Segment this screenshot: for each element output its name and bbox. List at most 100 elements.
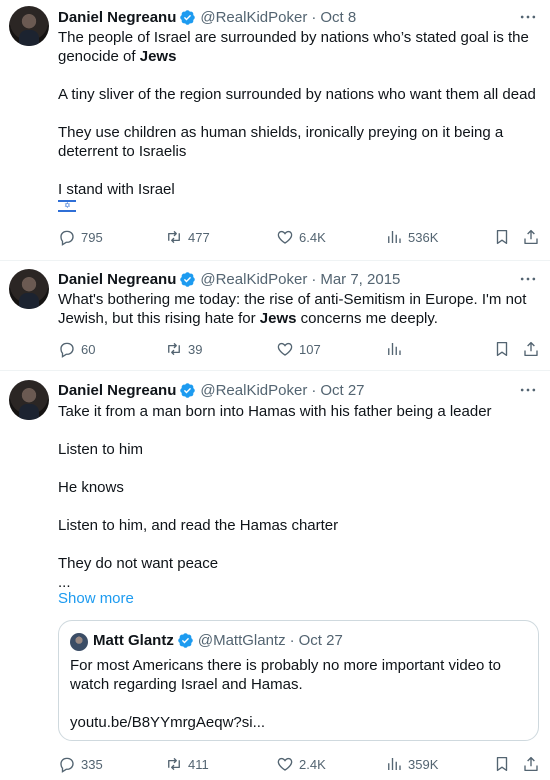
text-line: watch regarding Israel and Hamas. [70,676,303,693]
text-line: He knows [58,479,124,496]
share-icon [522,340,540,358]
verified-icon [179,382,196,399]
share-button[interactable] [522,227,545,247]
views-icon [385,228,403,246]
star-of-david-icon: ✡ [64,201,71,210]
avatar[interactable] [9,380,49,420]
views-icon [385,340,403,358]
tweet-header: Daniel Negreanu @RealKidPoker · Mar 7, 2… [58,269,400,289]
like-count: 107 [299,341,321,357]
text-line: Take it from a man born into Hamas with … [58,403,492,420]
text-line: I stand with Israel [58,181,175,198]
quote-author-handle[interactable]: @MattGlantz [198,632,286,649]
author-handle[interactable]: @RealKidPoker [200,382,307,399]
action-bar: 335 411 2.4K 359K [58,754,542,774]
show-more-link[interactable]: Show more [58,590,134,607]
bookmark-button[interactable] [493,339,516,359]
avatar[interactable] [9,6,49,46]
highlight-word: Jews [139,48,177,65]
reply-button[interactable]: 795 [58,227,103,247]
bookmark-icon [493,228,511,246]
bookmark-button[interactable] [493,754,516,774]
author-name[interactable]: Daniel Negreanu [58,271,176,288]
views-button[interactable]: 536K [385,227,438,247]
author-handle[interactable]: @RealKidPoker [200,9,307,26]
like-button[interactable]: 6.4K [276,227,326,247]
views-button[interactable] [385,339,408,359]
reply-count: 795 [81,229,103,245]
text-line: They use children as human shields, iron… [58,124,504,141]
avatar[interactable] [9,269,49,309]
quote-header: Matt Glantz @MattGlantz · Oct 27 [93,632,343,649]
text-span: Jewish, but this rising hate for [58,310,260,327]
reply-icon [58,755,76,773]
reply-count: 60 [81,341,96,357]
author-name[interactable]: Daniel Negreanu [58,382,176,399]
quote-author-name[interactable]: Matt Glantz [93,632,174,649]
verified-icon [179,9,196,26]
text-line: genocide of Jews [58,47,538,66]
text-span: concerns me deeply. [296,310,438,327]
retweet-count: 39 [188,341,203,357]
text-line: Listen to him [58,441,144,458]
reply-icon [58,340,76,358]
like-count: 6.4K [299,229,326,245]
more-icon[interactable] [518,7,538,27]
timestamp[interactable]: Oct 8 [320,9,356,26]
retweet-button[interactable]: 39 [165,339,202,359]
quote-timestamp[interactable]: Oct 27 [299,632,343,649]
tweet-header: Daniel Negreanu @RealKidPoker · Oct 27 [58,380,365,400]
quoted-tweet[interactable]: Matt Glantz @MattGlantz · Oct 27 For mos… [58,620,539,741]
author-handle[interactable]: @RealKidPoker [200,271,307,288]
author-name[interactable]: Daniel Negreanu [58,9,176,26]
retweet-icon [165,340,183,358]
like-button[interactable]: 107 [276,339,321,359]
timestamp[interactable]: Mar 7, 2015 [320,271,400,288]
views-count: 536K [408,229,439,245]
text-line: They do not want peace [58,555,219,572]
tweet-header: Daniel Negreanu @RealKidPoker · Oct 8 [58,7,356,27]
bookmark-button[interactable] [493,227,516,247]
quote-link[interactable]: youtu.be/B8YYmrgAeqw?si... [70,713,530,732]
quote-avatar[interactable] [70,633,88,651]
reply-button[interactable]: 335 [58,754,103,774]
retweet-count: 477 [188,229,210,245]
tweet-text: Take it from a man born into Hamas with … [58,402,538,592]
text-line: Listen to him, and read the Hamas charte… [58,517,339,534]
reply-count: 335 [81,756,103,772]
bookmark-icon [493,340,511,358]
separator-dot: · [311,381,317,399]
more-icon[interactable] [518,269,538,289]
reply-button[interactable]: 60 [58,339,95,359]
more-icon[interactable] [518,380,538,400]
like-icon [276,228,294,246]
text-line: Jewish, but this rising hate for Jews co… [58,309,538,328]
tweet-2[interactable]: Daniel Negreanu @RealKidPoker · Mar 7, 2… [0,261,550,371]
like-icon [276,755,294,773]
like-icon [276,340,294,358]
tweet-1[interactable]: Daniel Negreanu @RealKidPoker · Oct 8 Th… [0,0,550,260]
quote-text: For most Americans there is probably no … [70,656,530,732]
views-button[interactable]: 359K [385,754,438,774]
share-icon [522,755,540,773]
retweet-button[interactable]: 477 [165,227,210,247]
tweet-text: The people of Israel are surrounded by n… [58,28,538,199]
retweet-button[interactable]: 411 [165,754,209,774]
timestamp[interactable]: Oct 27 [320,382,364,399]
views-icon [385,755,403,773]
text-line: For most Americans there is probably no … [70,657,502,674]
retweet-count: 411 [188,756,209,772]
reply-icon [58,228,76,246]
like-button[interactable]: 2.4K [276,754,326,774]
bookmark-icon [493,755,511,773]
tweet-text: What's bothering me today: the rise of a… [58,290,538,328]
text-line: The people of Israel are surrounded by n… [58,29,529,46]
share-button[interactable] [522,754,545,774]
text-line: A tiny sliver of the region surrounded b… [58,86,536,103]
verified-icon [179,271,196,288]
action-bar: 795 477 6.4K 536K [58,227,542,247]
separator-dot: · [311,270,317,288]
israel-flag-emoji: ✡ [58,200,76,212]
share-button[interactable] [522,339,545,359]
action-bar: 60 39 107 [58,339,542,359]
